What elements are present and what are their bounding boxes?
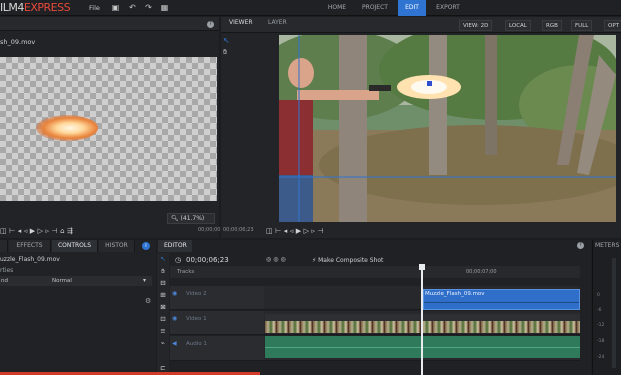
media-panel-header: [0, 17, 219, 31]
speaker-icon[interactable]: ◀: [172, 340, 177, 347]
person-head: [288, 58, 314, 88]
trim-tool-icon[interactable]: ⊡: [158, 315, 168, 323]
viewer-playback-controls[interactable]: ◫⊢◂◃▶▷▹⊣: [266, 227, 326, 235]
tab-editor[interactable]: EDITOR: [158, 240, 192, 252]
select-tool-icon[interactable]: ↖: [158, 255, 168, 263]
track-header[interactable]: [170, 311, 264, 335]
track-name: Video 2: [186, 291, 207, 297]
track-name: Audio 1: [186, 341, 207, 347]
make-composite-button[interactable]: ⚡︎ Make Composite Shot: [312, 257, 383, 264]
roll-tool-icon[interactable]: ≡: [158, 327, 168, 335]
slide-tool-icon[interactable]: ⊠: [158, 303, 168, 311]
grid-icon[interactable]: ▦: [160, 3, 169, 12]
razor-tool-icon[interactable]: ⊟: [158, 279, 168, 287]
clip-name: Muzzle_Flash_09.mov: [425, 291, 485, 297]
editor-timecode[interactable]: 00;00;06;23: [186, 256, 229, 264]
channel-dropdown[interactable]: RGB: [542, 20, 562, 31]
timeline-ruler[interactable]: [170, 266, 580, 278]
track-header[interactable]: [170, 336, 264, 361]
app-logo: ILM4EXPRESS: [0, 1, 71, 14]
tab-layer[interactable]: LAYER: [268, 19, 287, 26]
audio-meter: [612, 258, 616, 368]
media-playback-controls[interactable]: ◫⊢◂◃▶▷▹⊣⌂⇶: [0, 227, 75, 235]
view-mode-dropdown[interactable]: VIEW: 2D: [459, 20, 493, 31]
editor-playback-controls[interactable]: ◎◎◎: [266, 256, 288, 263]
help-icon[interactable]: ?: [577, 242, 584, 249]
tab-edit[interactable]: EDIT: [398, 0, 426, 16]
track-name: Video 1: [186, 316, 207, 322]
blend-mode-label: nd: [1, 278, 8, 284]
blend-mode-value[interactable]: Normal: [52, 278, 72, 284]
gear-icon[interactable]: ⚙︎: [145, 297, 151, 305]
zoom-dropdown[interactable]: 🔍︎ (41.7%): [167, 213, 215, 224]
media-filename: sh_09.mov: [0, 38, 36, 46]
select-tool-icon[interactable]: ↖: [223, 36, 230, 45]
transparency-preview: [0, 57, 217, 201]
tree-trunk: [339, 35, 367, 222]
tab-project[interactable]: PROJECT: [354, 0, 396, 16]
pistol: [369, 85, 391, 91]
tab-viewer[interactable]: VIEWER: [229, 19, 253, 26]
space-dropdown[interactable]: LOCAL: [505, 20, 531, 31]
resolution-dropdown[interactable]: FULL: [571, 20, 593, 31]
playhead[interactable]: [421, 266, 423, 375]
tab-export[interactable]: EXPORT: [428, 0, 468, 16]
info-icon[interactable]: i: [142, 242, 150, 250]
muzzle-flash-preview: [36, 115, 98, 141]
meter-label: -24: [597, 355, 605, 360]
save-icon[interactable]: ▣: [111, 3, 120, 12]
meter-label: -18: [597, 339, 605, 344]
tab-controls[interactable]: CONTROLS: [52, 240, 98, 252]
undo-icon[interactable]: ↶: [128, 3, 137, 12]
hand-tool-icon[interactable]: ✋︎: [223, 48, 227, 57]
slip-tool-icon[interactable]: ⊞: [158, 291, 168, 299]
viewer-timecode: 00;00;06;23: [223, 227, 254, 233]
ruler-timecode: 00;00;07;00: [466, 269, 497, 275]
meter-label: 0: [597, 293, 600, 298]
meters-title: METERS: [595, 242, 620, 249]
viewer-frame: [279, 35, 616, 222]
hand-tool-icon[interactable]: ✋︎: [158, 267, 168, 276]
properties-label: rties: [0, 267, 14, 274]
redo-icon[interactable]: ↷: [144, 3, 153, 12]
eye-icon[interactable]: ◉: [172, 315, 177, 322]
tab-home[interactable]: HOME: [322, 0, 352, 16]
tab-effects[interactable]: EFFECTS: [9, 240, 51, 252]
clip-opacity-line: [424, 302, 579, 303]
meter-label: -12: [597, 323, 605, 328]
track-header[interactable]: [170, 286, 264, 310]
tab-media[interactable]: [0, 240, 8, 252]
tab-history[interactable]: HISTOR: [99, 240, 135, 252]
eye-icon[interactable]: ◉: [172, 290, 177, 297]
meter-label: -6: [597, 308, 602, 313]
blend-mode-row[interactable]: [0, 276, 152, 286]
file-menu[interactable]: File: [89, 4, 100, 12]
tracks-label: Tracks: [177, 269, 195, 275]
link-tool-icon[interactable]: ⌁: [158, 339, 168, 347]
snap-tool-icon[interactable]: ⊏: [158, 364, 168, 372]
selected-layer-name: uzzle_Flash_09.mov: [0, 256, 60, 263]
chevron-down-icon[interactable]: ▾: [143, 277, 146, 284]
help-icon[interactable]: ?: [207, 21, 214, 28]
options-dropdown[interactable]: OPT: [604, 20, 621, 31]
clock-icon: ◷: [175, 256, 182, 264]
